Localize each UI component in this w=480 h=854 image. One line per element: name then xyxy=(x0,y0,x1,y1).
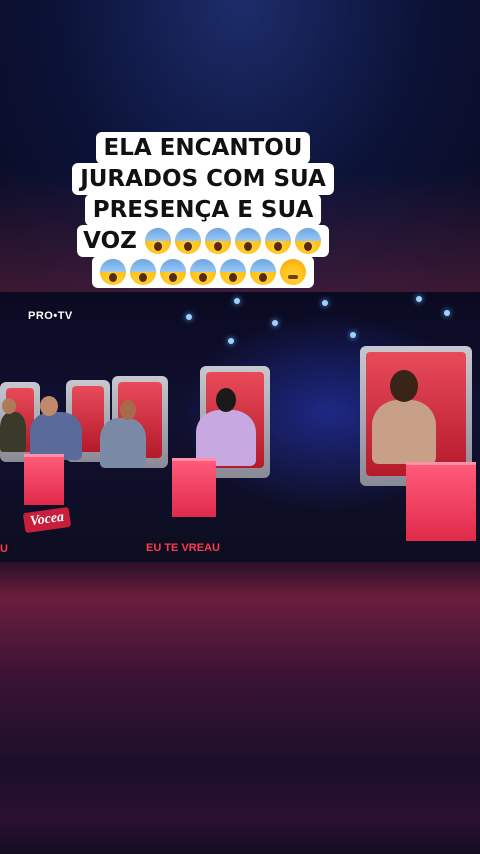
stage-light xyxy=(416,296,422,302)
face-screaming-in-fear-icon xyxy=(190,259,216,285)
face-screaming-in-fear-icon xyxy=(160,259,186,285)
caption-line-1: ELA ENCANTOU xyxy=(95,132,311,164)
stage-light xyxy=(322,300,328,306)
video-frame[interactable]: PRO•TV Vocea U EU TE VREAU xyxy=(0,292,480,562)
judge-pedestal xyxy=(24,454,64,505)
show-logo: Vocea xyxy=(22,506,72,534)
stage-light xyxy=(186,314,192,320)
face-screaming-in-fear-icon xyxy=(100,259,126,285)
judge-person xyxy=(372,400,436,464)
face-screaming-in-fear-icon xyxy=(144,228,171,254)
stage-light xyxy=(272,320,278,326)
stage-light xyxy=(350,332,356,338)
judge-head xyxy=(390,370,418,402)
stage-light xyxy=(228,338,234,344)
judge-head xyxy=(216,388,236,412)
floor-text-left: U xyxy=(0,543,8,555)
caption-line-4-text: VOZ xyxy=(83,228,137,254)
floor-text: EU TE VREAU xyxy=(146,542,220,554)
face-with-steam-icon xyxy=(280,259,306,285)
bottom-background xyxy=(0,562,480,854)
caption-overlay: ELA ENCANTOU JURADOS COM SUA PRESENÇA E … xyxy=(72,132,334,288)
face-screaming-in-fear-icon xyxy=(250,259,276,285)
judge-person xyxy=(30,412,82,460)
judge-head xyxy=(120,400,136,420)
channel-logo: PRO•TV xyxy=(28,310,73,322)
judge-pedestal xyxy=(406,462,476,541)
face-screaming-in-fear-icon xyxy=(174,228,201,254)
face-screaming-in-fear-icon xyxy=(130,259,156,285)
caption-line-4: VOZ xyxy=(77,225,329,257)
judge-pedestal xyxy=(172,458,216,517)
stage-light xyxy=(234,298,240,304)
judge-person xyxy=(100,418,146,468)
face-screaming-in-fear-icon xyxy=(204,228,231,254)
face-screaming-in-fear-icon xyxy=(264,228,291,254)
judge-head xyxy=(2,398,16,414)
caption-line-2: JURADOS COM SUA xyxy=(72,163,334,195)
stage-light xyxy=(444,310,450,316)
caption-line-3: PRESENÇA E SUA xyxy=(84,194,322,226)
face-screaming-in-fear-icon xyxy=(234,228,261,254)
judge-person xyxy=(0,412,26,452)
face-screaming-in-fear-icon xyxy=(294,228,321,254)
judge-head xyxy=(40,396,58,416)
caption-emoji-row xyxy=(92,256,314,288)
face-screaming-in-fear-icon xyxy=(220,259,246,285)
